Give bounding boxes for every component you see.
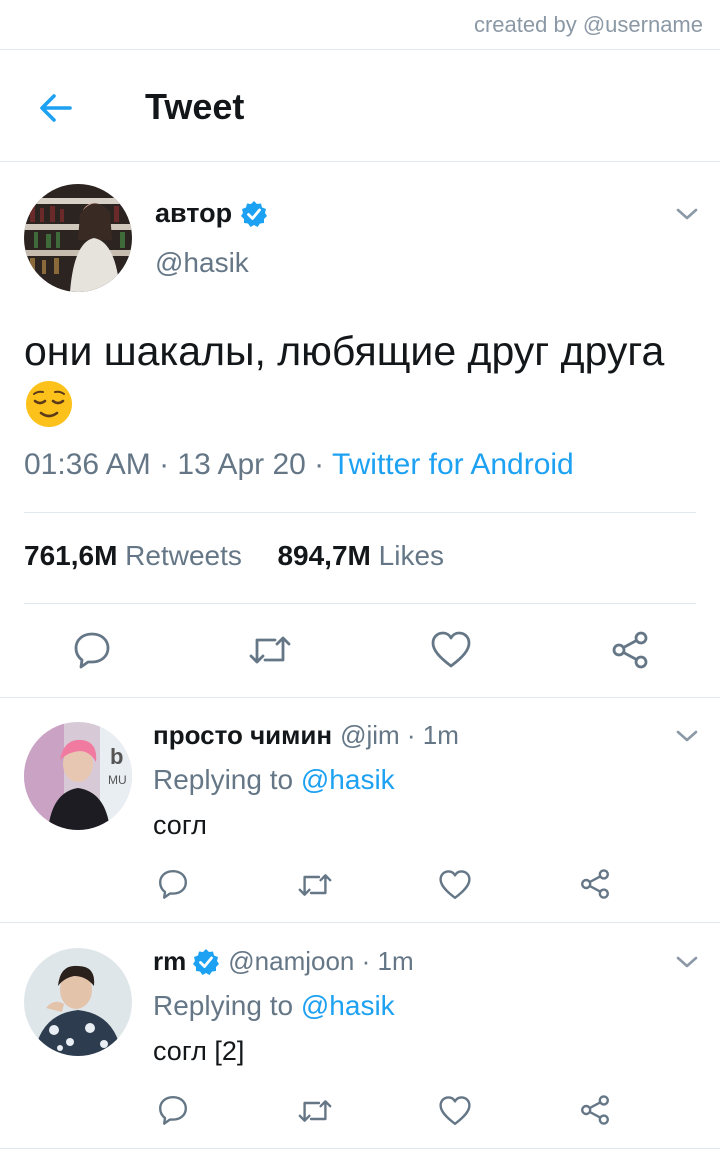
replying-prefix: Replying to (153, 990, 301, 1021)
tweet-meta: 01:36 AM · 13 Apr 20 · Twitter for Andro… (24, 448, 574, 482)
divider (0, 161, 720, 162)
retweet-icon[interactable] (297, 1095, 333, 1127)
reply-name-row: просто чимин @jim · 1m (153, 720, 459, 751)
divider (24, 512, 696, 513)
share-icon[interactable] (579, 1094, 611, 1126)
header: Tweet (0, 50, 720, 162)
retweets-stat[interactable]: 761,6M Retweets (24, 540, 242, 571)
likes-count: 894,7M (277, 540, 371, 571)
verified-badge-icon (241, 200, 268, 227)
back-button[interactable] (34, 88, 78, 128)
retweet-icon[interactable] (297, 869, 333, 901)
reply-author-name[interactable]: просто чимин (153, 720, 332, 751)
watermark: created by @username (473, 12, 703, 37)
avatar[interactable] (24, 184, 132, 292)
divider (0, 1148, 720, 1149)
avatar[interactable]: b MU (24, 722, 132, 830)
reply-icon[interactable] (72, 630, 112, 670)
reply-icon[interactable] (157, 868, 189, 900)
reply-text: согл [2] (153, 1036, 245, 1066)
tweet-body: они шакалы, любящие друг друга (24, 328, 665, 374)
likes-label: Likes (370, 540, 445, 571)
avatar-image (24, 184, 132, 292)
heart-icon[interactable] (430, 630, 472, 670)
replying-to: Replying to @hasik (153, 764, 395, 796)
avatar-image (24, 948, 132, 1056)
replying-to-link[interactable]: @hasik (301, 764, 395, 795)
tweet-text: они шакалы, любящие друг друга (24, 324, 684, 435)
tweet-source-link[interactable]: Twitter for Android (332, 448, 574, 481)
svg-text:b: b (110, 744, 123, 769)
reply-icon[interactable] (157, 1094, 189, 1126)
avatar-image: b MU (24, 722, 132, 830)
author-handle[interactable]: @hasik (155, 247, 249, 279)
divider (24, 603, 696, 604)
share-icon[interactable] (610, 630, 650, 670)
replying-prefix: Replying to (153, 764, 301, 795)
page-title: Tweet (145, 86, 245, 127)
chevron-down-icon[interactable] (674, 953, 700, 971)
retweet-icon[interactable] (248, 630, 292, 670)
reply-author-handle[interactable]: @namjoon · 1m (228, 946, 413, 977)
svg-text:MU: MU (108, 773, 127, 787)
divider (0, 697, 720, 698)
share-icon[interactable] (579, 868, 611, 900)
heart-icon[interactable] (438, 1095, 472, 1127)
reply-text: согл (153, 810, 207, 840)
retweets-count: 761,6M (24, 540, 118, 571)
verified-badge-icon (193, 948, 220, 975)
retweets-label: Retweets (117, 540, 242, 571)
replying-to-link[interactable]: @hasik (301, 990, 395, 1021)
chevron-down-icon[interactable] (674, 727, 700, 745)
likes-stat[interactable]: 894,7M Likes (277, 540, 444, 571)
divider (0, 922, 720, 923)
author-name[interactable]: автор (155, 198, 232, 229)
tweet-timestamp: 01:36 AM · 13 Apr 20 · (24, 448, 332, 481)
heart-icon[interactable] (438, 869, 472, 901)
tweet-stats: 761,6M Retweets 894,7M Likes (24, 540, 444, 572)
reply-name-row: rm @namjoon · 1m (153, 946, 414, 977)
author-name-row: автор (155, 198, 268, 229)
avatar[interactable] (24, 948, 132, 1056)
reply-author-name[interactable]: rm (153, 946, 186, 977)
arrow-left-icon (40, 94, 72, 122)
chevron-down-icon[interactable] (674, 205, 700, 223)
relieved-face-emoji (26, 381, 72, 427)
replying-to: Replying to @hasik (153, 990, 395, 1022)
reply-author-handle[interactable]: @jim · 1m (340, 720, 459, 751)
